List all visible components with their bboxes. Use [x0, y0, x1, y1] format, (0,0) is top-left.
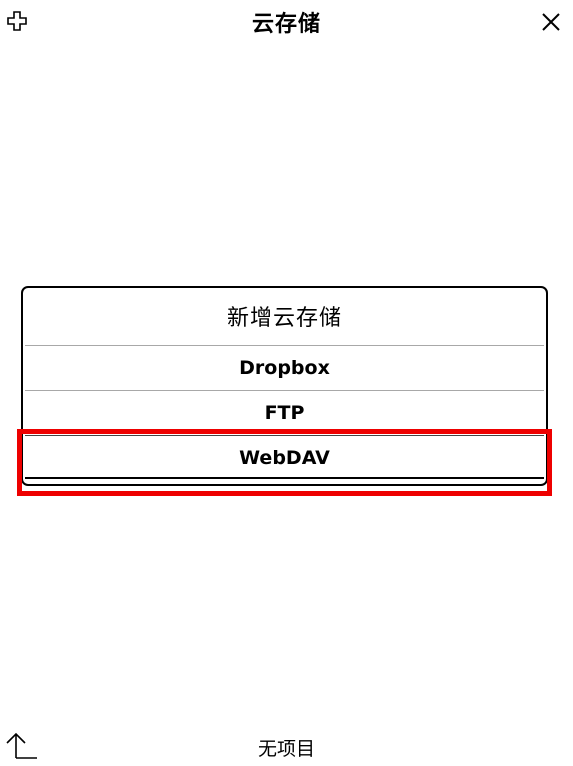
- close-icon[interactable]: [539, 10, 563, 34]
- option-dropbox[interactable]: Dropbox: [25, 346, 544, 390]
- dialog-title: 新增云存储: [226, 306, 342, 331]
- option-ftp[interactable]: FTP: [25, 391, 544, 435]
- option-webdav[interactable]: WebDAV: [25, 435, 544, 479]
- add-cloud-storage-dialog: 新增云存储 Dropbox FTP WebDAV: [21, 286, 548, 486]
- empty-status-text: 无项目: [257, 738, 315, 760]
- top-bar: 云存储: [0, 0, 573, 44]
- page-title: 云存储: [251, 12, 321, 37]
